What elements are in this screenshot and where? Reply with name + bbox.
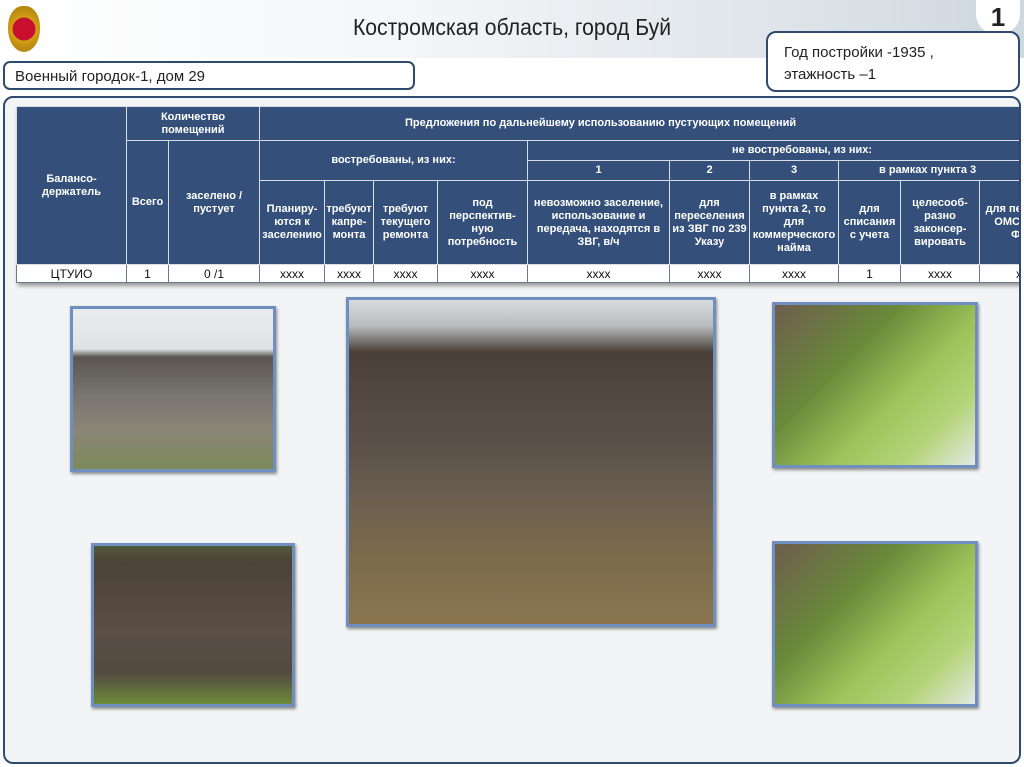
header-occupied: заселено / пустует: [168, 140, 260, 265]
col-header: невозможно заселение, использование и пе…: [527, 180, 670, 265]
header-count: Количество помещений: [126, 106, 260, 141]
col-header: в рамках пункта 2, то для коммерческого …: [749, 180, 839, 265]
cell: xxxx: [259, 264, 325, 283]
col-header: требуют капре-монта: [324, 180, 374, 265]
header-holder: Балансо-держатель: [16, 106, 127, 265]
header-within-3: в рамках пункта 3: [837, 160, 1019, 181]
cell: 1: [126, 264, 169, 283]
build-year: Год постройки -1935 ,: [784, 44, 934, 61]
premises-table: Балансо-держатель Количество помещений П…: [16, 106, 1019, 283]
table-row: ЦТУИО 1 0 /1 xxxx xxxx xxxx xxxx xxxx xx…: [16, 264, 1019, 283]
cell: xxxx: [978, 264, 1019, 283]
building-info-box: Год постройки -1935 , этажность –1: [766, 31, 1020, 92]
cell: xxxx: [324, 264, 374, 283]
house-photo-5: [772, 541, 978, 707]
header-n3: 3: [749, 160, 839, 181]
address-box: Военный городок-1, дом 29: [3, 61, 415, 90]
house-photo-2: [346, 297, 716, 627]
cell: xxxx: [373, 264, 438, 283]
header-not-demanded: не востребованы, из них:: [526, 140, 1019, 161]
col-header: Планиру-ются к заселению: [259, 180, 325, 265]
house-photo-4: [91, 543, 295, 707]
col-header: для передачи в ОМС и иные ФОИВ: [978, 180, 1019, 265]
cell: xxxx: [437, 264, 528, 283]
col-header: под перспектив-ную потребность: [437, 180, 528, 265]
slide-number: 1: [976, 0, 1020, 34]
emblem-logo: [8, 6, 40, 52]
header-proposals: Предложения по дальнейшему использованию…: [258, 106, 1019, 141]
header-n1: 1: [527, 160, 670, 181]
cell: xxxx: [527, 264, 670, 283]
col-header: целесооб-разно законсер-вировать: [900, 180, 980, 265]
cell: xxxx: [669, 264, 750, 283]
header-n2: 2: [669, 160, 750, 181]
header-demanded: востребованы, из них:: [259, 140, 528, 181]
cell: xxxx: [900, 264, 980, 283]
col-header: требуют текущего ремонта: [373, 180, 438, 265]
house-photo-1: [70, 306, 276, 472]
cell: 0 /1: [168, 264, 260, 283]
col-header: для переселения из ЗВГ по 239 Указу: [669, 180, 750, 265]
col-header: для списания с учета: [838, 180, 901, 265]
cell: xxxx: [749, 264, 839, 283]
cell: 1: [838, 264, 901, 283]
floors: этажность –1: [784, 66, 877, 83]
house-photo-3: [772, 302, 978, 468]
header-total: Всего: [126, 140, 169, 265]
cell: ЦТУИО: [16, 264, 127, 283]
